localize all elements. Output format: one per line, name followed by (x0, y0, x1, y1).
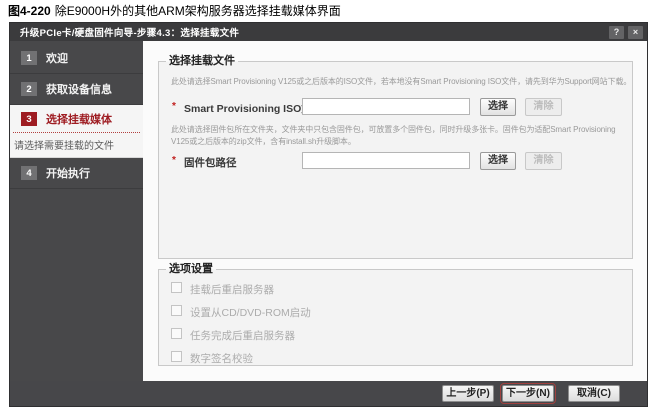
step-number-badge: 4 (21, 166, 37, 180)
step-item-welcome[interactable]: 1 欢迎 (10, 43, 143, 74)
step-number-badge: 2 (21, 82, 37, 96)
firmware-select-button[interactable]: 选择 (480, 152, 516, 170)
checkbox-icon[interactable] (171, 328, 182, 339)
step-number-badge: 1 (21, 51, 37, 65)
step-content-panel: 选择挂载文件 此处请选择Smart Provisioning V125或之后版本… (143, 41, 647, 406)
iso-file-field-row: * Smart Provisioning ISO文件 选择 清除 (159, 98, 632, 116)
dialog-title: 升级PCIe卡/硬盘固件向导-步骤4.3：选择挂载文件 (10, 25, 609, 39)
firmware-path-label: 固件包路径 (184, 155, 237, 170)
figure-title: 除E9000H外的其他ARM架构服务器选择挂载媒体界面 (55, 4, 341, 18)
checkbox-row-restart-after-mount: 挂载后重启服务器 (159, 281, 632, 295)
required-asterisk: * (172, 101, 176, 112)
step-number-badge: 3 (21, 112, 37, 126)
next-step-button[interactable]: 下一步(N) (502, 385, 554, 402)
wizard-dialog: 升级PCIe卡/硬盘固件向导-步骤4.3：选择挂载文件 ? × 1 欢迎 2 获… (9, 22, 648, 407)
checkbox-label: 设置从CD/DVD-ROM启动 (190, 305, 311, 320)
firmware-path-input[interactable] (302, 152, 470, 169)
required-asterisk: * (172, 155, 176, 166)
firmware-hint-text: 此处请选择固件包所在文件夹，文件夹中只包含固件包，可放置多个固件包，同时升级多张… (171, 124, 627, 147)
step-label: 欢迎 (46, 50, 68, 66)
iso-file-input[interactable] (302, 98, 470, 115)
step-label: 开始执行 (46, 165, 90, 181)
iso-hint-text: 此处请选择Smart Provisioning V125或之后版本的ISO文件，… (171, 76, 627, 88)
step-item-device-info[interactable]: 2 获取设备信息 (10, 74, 143, 105)
dialog-footer: 上一步(P) 下一步(N) 取消(C) (10, 381, 647, 406)
checkbox-label: 挂载后重启服务器 (190, 282, 274, 297)
dialog-titlebar: 升级PCIe卡/硬盘固件向导-步骤4.3：选择挂载文件 ? × (10, 23, 647, 41)
figure-number: 图4-220 (8, 4, 51, 18)
wizard-step-list: 1 欢迎 2 获取设备信息 3 选择挂载媒体 请选择需要挂载的文件 4 开始执行 (10, 41, 143, 406)
options-groupbox: 选项设置 挂载后重启服务器 设置从CD/DVD-ROM启动 任务完成后重启服务器… (158, 269, 633, 366)
iso-select-button[interactable]: 选择 (480, 98, 516, 116)
sidebar-filler (10, 189, 143, 406)
figure-caption: 图4-220 除E9000H外的其他ARM架构服务器选择挂载媒体界面 (8, 2, 341, 19)
checkbox-row-signature-check: 数字签名校验 (159, 350, 632, 364)
cancel-button[interactable]: 取消(C) (568, 385, 620, 402)
step-item-select-media-active[interactable]: 3 选择挂载媒体 请选择需要挂载的文件 (10, 105, 143, 158)
close-icon[interactable]: × (628, 26, 643, 39)
mount-file-legend: 选择挂载文件 (166, 55, 238, 68)
checkbox-row-restart-after-task: 任务完成后重启服务器 (159, 327, 632, 341)
iso-clear-button[interactable]: 清除 (525, 98, 562, 116)
help-icon[interactable]: ? (609, 26, 624, 39)
active-step-separator (13, 132, 140, 133)
dialog-body: 1 欢迎 2 获取设备信息 3 选择挂载媒体 请选择需要挂载的文件 4 开始执行 (10, 41, 647, 406)
firmware-clear-button[interactable]: 清除 (525, 152, 562, 170)
checkbox-icon[interactable] (171, 305, 182, 316)
active-step-subtitle: 请选择需要挂载的文件 (10, 137, 143, 152)
step-item-execute[interactable]: 4 开始执行 (10, 158, 143, 189)
previous-step-button[interactable]: 上一步(P) (442, 385, 494, 402)
options-legend: 选项设置 (166, 263, 216, 276)
checkbox-icon[interactable] (171, 282, 182, 293)
checkbox-row-boot-from-cd: 设置从CD/DVD-ROM启动 (159, 304, 632, 318)
checkbox-label: 数字签名校验 (190, 351, 253, 366)
checkbox-icon[interactable] (171, 351, 182, 362)
mount-file-groupbox: 选择挂载文件 此处请选择Smart Provisioning V125或之后版本… (158, 61, 633, 259)
checkbox-label: 任务完成后重启服务器 (190, 328, 295, 343)
step-label: 获取设备信息 (46, 81, 112, 97)
step-label: 选择挂载媒体 (46, 111, 112, 127)
firmware-path-field-row: * 固件包路径 选择 清除 (159, 152, 632, 170)
